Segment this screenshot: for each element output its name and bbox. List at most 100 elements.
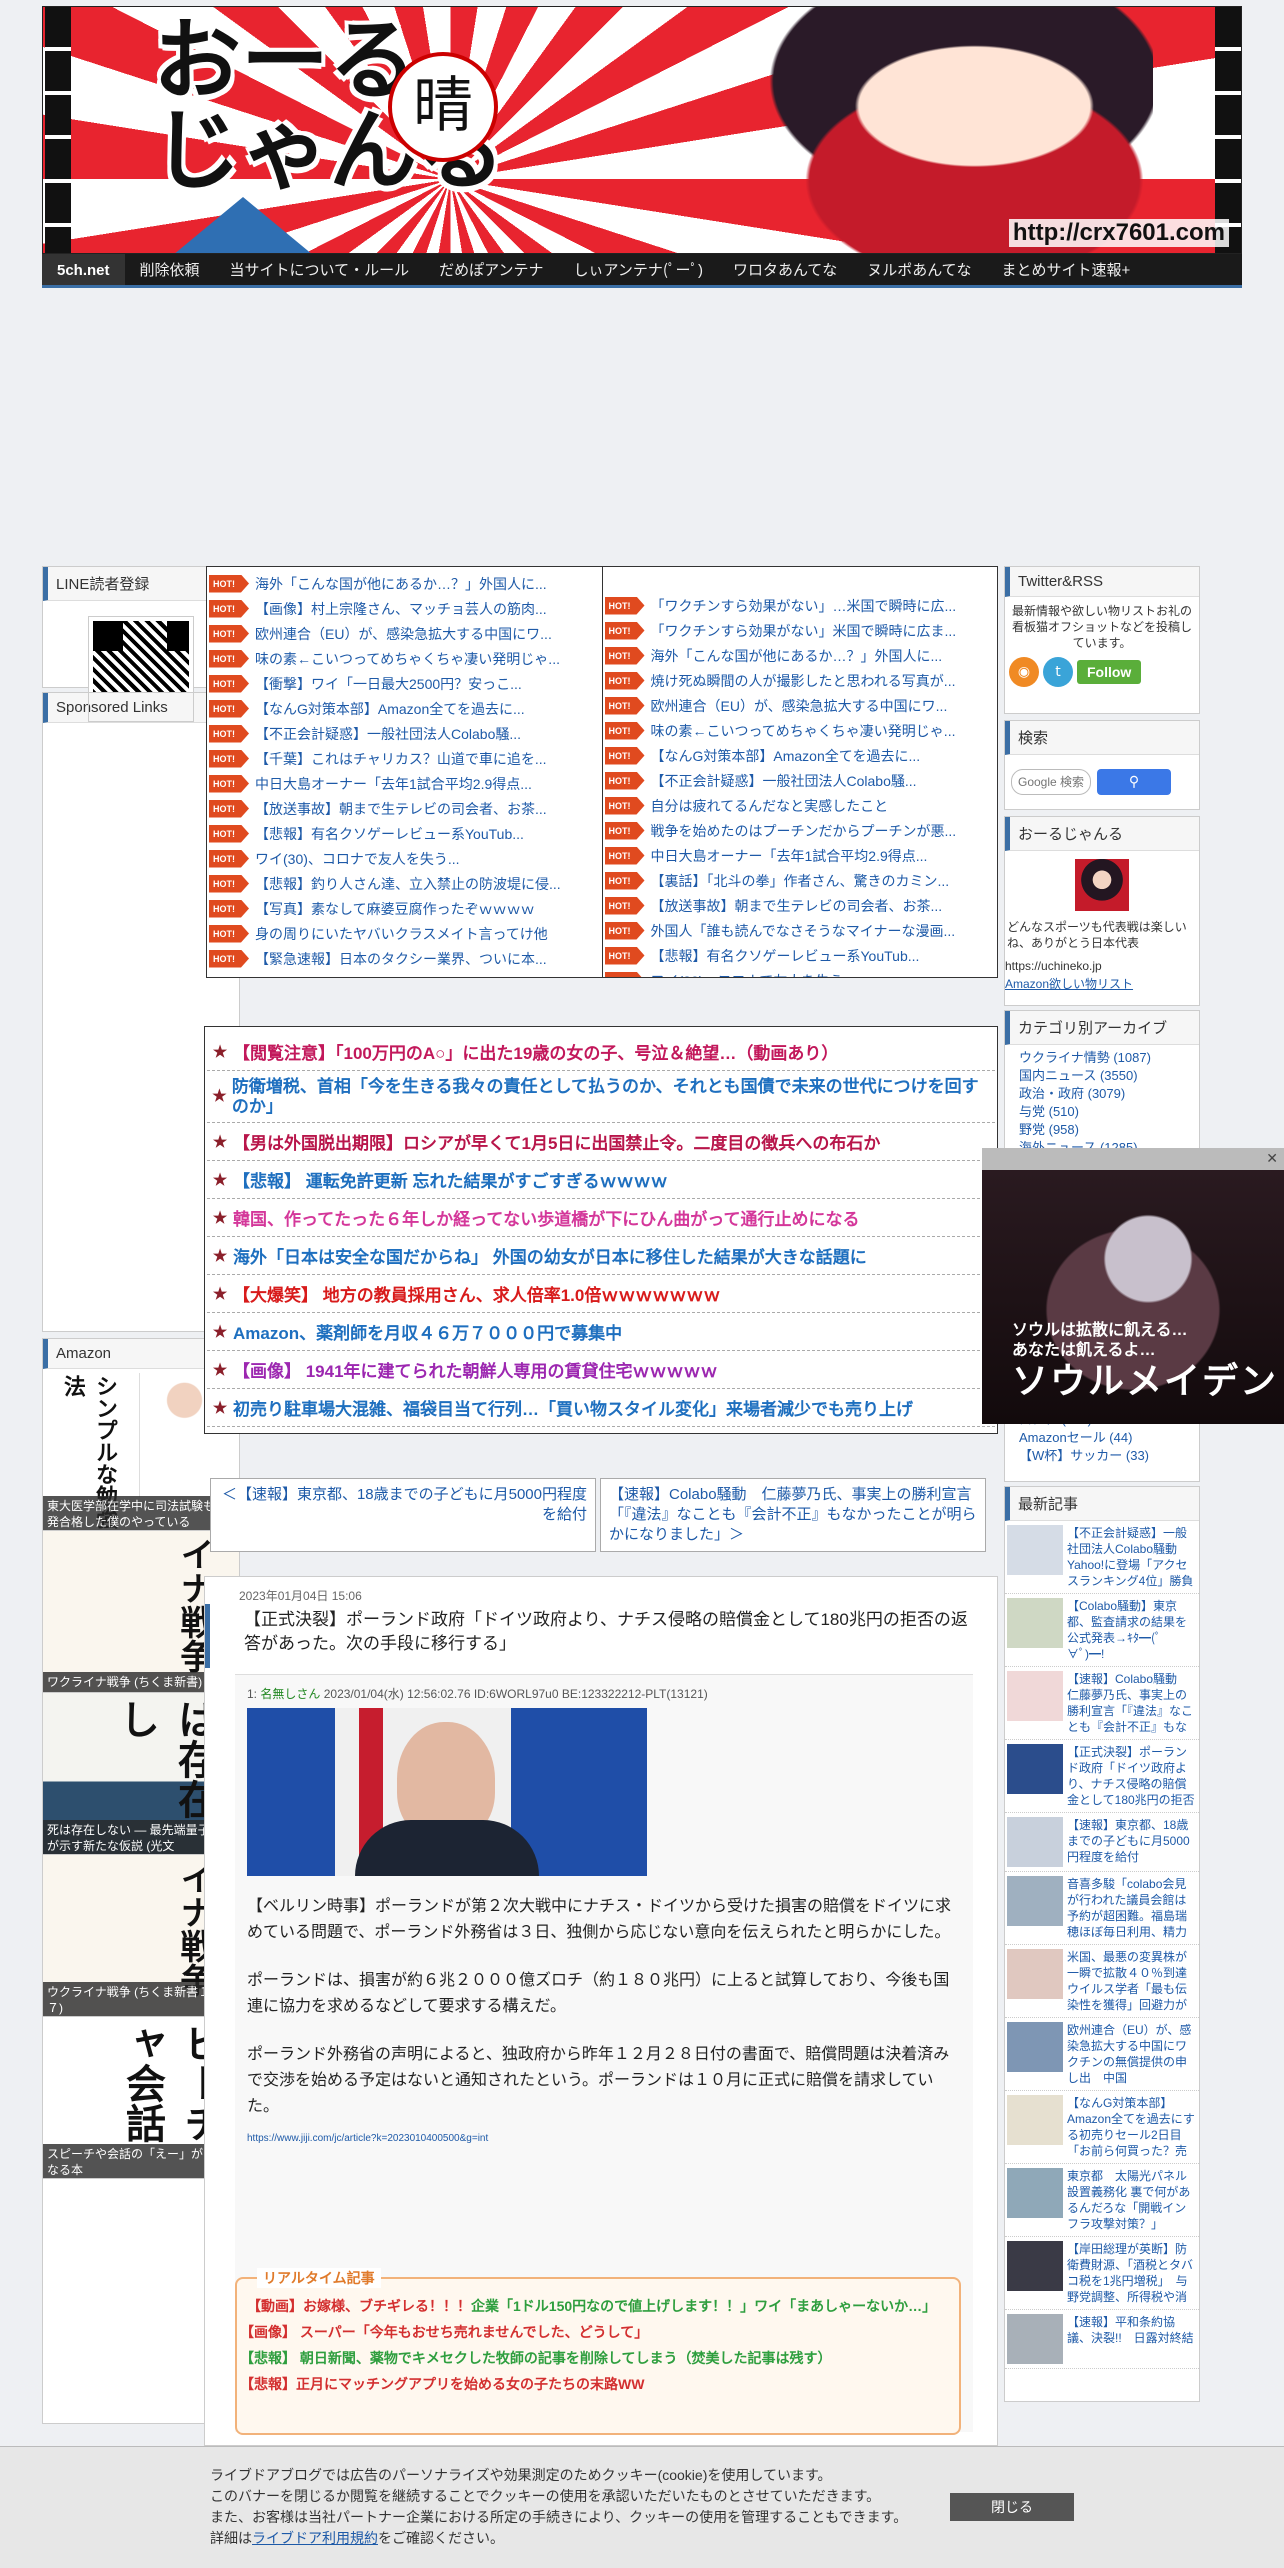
twitter-icon[interactable]: t: [1043, 657, 1073, 687]
pickup-link[interactable]: ★ 【男は外国脱出期限】ロシアが早くて1月5日に出国禁止令。二度目の徴兵への布石か: [207, 1123, 995, 1161]
search-input[interactable]: [1011, 769, 1091, 795]
antenna-link[interactable]: HOT! 欧州連合（EU）が、感染急拡大する中国にワ...: [209, 621, 600, 646]
pickup-link[interactable]: ★ 防衛増税、首相「今を生きる我々の責任として払うのか、それとも国債で未来の世代に…: [207, 1071, 995, 1123]
nav-nurupo-antenna[interactable]: ヌルポあんてな: [852, 259, 986, 280]
nav-delete-request[interactable]: 削除依頼: [125, 259, 215, 280]
pickup-link[interactable]: ★ 韓国、作ってたった６年しか経ってない歩道橋が下にひん曲がって通行止めになる: [207, 1199, 995, 1237]
about-avatar: [1075, 859, 1129, 911]
recent-article-link[interactable]: 【Colabo騒動】東京都、監査請求の結果を公式発表→ｷﾀ━(ﾟ∀ﾟ)━!: [1005, 1594, 1199, 1667]
pickup-link[interactable]: ★ 初売り駐車場大混雑、福袋目当て行列…「買い物スタイル変化」来場者減少でも売り上…: [207, 1389, 995, 1427]
pickup-link[interactable]: ★ 【閲覧注意】「100万円のA○」に出た19歳の女の子、号泣＆絶望…（動画あり）: [207, 1033, 995, 1071]
cookie-close-button[interactable]: 閉じる: [950, 2493, 1074, 2521]
antenna-link[interactable]: HOT! 【千葉】これはチャリカス？山道で車に追を...: [209, 746, 600, 771]
archive-link[interactable]: Amazonセール (44): [1005, 1429, 1199, 1447]
antenna-link[interactable]: HOT! 【緊急速報】日本のタクシー業界、ついに本...: [209, 946, 600, 971]
antenna-link[interactable]: HOT! ワイ(30)、コロナで友人を失う...: [209, 846, 600, 871]
antenna-link[interactable]: HOT! 【写真】素なして麻婆豆腐作ったぞｗｗｗｗ: [209, 896, 600, 921]
archive-link[interactable]: 与党 (510): [1005, 1103, 1199, 1121]
antenna-link[interactable]: HOT! 【衝撃】ワイ「一日最大2500円？安っこ...: [209, 671, 600, 696]
pickup-link[interactable]: ★ 【大爆笑】 地方の教員採用さん、求人倍率1.0倍ｗｗｗｗｗｗｗ: [207, 1275, 995, 1313]
antenna-link[interactable]: HOT! 「ワクチンすら効果がない」…米国で瞬時に広...: [604, 593, 996, 618]
recent-article-link[interactable]: 音喜多駿「colabo会見が行われた議員会館は予約が超困難。福島瑞穂ほぼ毎日利用…: [1005, 1872, 1199, 1945]
post-meta: 1: 名無しさん 2023/01/04(水) 12:56:02.76 ID:6W…: [247, 1685, 961, 1702]
terms-link[interactable]: ライブドア利用規約: [252, 2530, 378, 2546]
recent-thumbnail: [1007, 2095, 1063, 2145]
antenna-link[interactable]: HOT! 身の周りにいたヤバいクラスメイト言ってけ他: [209, 921, 600, 946]
search-button[interactable]: ⚲: [1097, 769, 1171, 795]
realtime-article-link[interactable]: 企業「1ドル150円なので値上げします！！」ワイ「まあしゃーないか…」: [471, 2298, 936, 2314]
realtime-article-link[interactable]: 【動画】お嫁様、ブチギレる！！！: [247, 2298, 471, 2314]
source-link[interactable]: https://www.jiji.com/jc/article?k=202301…: [247, 2133, 488, 2144]
recent-article-link[interactable]: 【正式決裂】ポーランド政府「ドイツ政府より、ナチス侵略の賠償金として180兆円の…: [1005, 1740, 1199, 1813]
site-banner[interactable]: おーる じゃんる 晴 http://crx7601.com: [42, 6, 1242, 254]
nav-matome-sokuho[interactable]: まとめサイト速報+: [987, 259, 1146, 280]
nav-warota-antenna[interactable]: ワロタあんてな: [718, 259, 852, 280]
recent-article-link[interactable]: 【不正会計疑惑】一般社団法人Colabo騒動 Yahoo!に登場「アクセスランキ…: [1005, 1521, 1199, 1594]
hot-badge-icon: HOT!: [209, 824, 249, 843]
nav-5ch[interactable]: 5ch.net: [42, 254, 125, 285]
antenna-link[interactable]: HOT! 【裏話】「北斗の拳」作者さん、驚きのカミン...: [604, 868, 996, 893]
archive-link[interactable]: 政治・政府 (3079): [1005, 1085, 1199, 1103]
recent-article-title: 米国、最悪の変異株が一瞬で拡散４０％到達 ウイルス学者「最も伝染性を獲得」回避力…: [1067, 1950, 1197, 2012]
follow-button[interactable]: Follow: [1077, 660, 1142, 684]
recent-article-link[interactable]: 欧州連合（EU）が、感染急拡大する中国にワクチンの無償提供の申し出 中国: [1005, 2018, 1199, 2091]
antenna-link[interactable]: HOT! 【なんG対策本部】Amazon全てを過去に...: [209, 696, 600, 721]
antenna-link[interactable]: HOT! 中日大島オーナー「去年1試合平均2.9得点...: [604, 843, 996, 868]
archive-link[interactable]: 国内ニュース (3550): [1005, 1067, 1199, 1085]
nav-shii-antenna[interactable]: しぃアンテナ(ﾟーﾟ): [559, 259, 718, 280]
pickup-link[interactable]: ★ 【悲報】 運転免許更新 忘れた結果がすごすぎるｗｗｗｗ: [207, 1161, 995, 1199]
nav-damepo-antenna[interactable]: だめぽアンテナ: [424, 259, 558, 280]
antenna-link[interactable]: HOT! 中日大島オーナー「去年1試合平均2.9得点...: [209, 771, 600, 796]
antenna-link[interactable]: HOT! 【放送事故】朝まで生テレビの司会者、お茶...: [209, 796, 600, 821]
recent-thumbnail: [1007, 1744, 1063, 1794]
recent-article-link[interactable]: 米国、最悪の変異株が一瞬で拡散４０％到達 ウイルス学者「最も伝染性を獲得」回避力…: [1005, 1945, 1199, 2018]
antenna-link[interactable]: HOT! 【不正会計疑惑】一般社団法人Colabo騒...: [209, 721, 600, 746]
archive-link[interactable]: 【W杯】サッカー (33): [1005, 1447, 1199, 1465]
recent-article-link[interactable]: 【岸田総理が英断】防衛費財源、「酒税とタバコ税を1兆円増税」 与野党調整、所得税…: [1005, 2237, 1199, 2310]
floating-ad[interactable]: ✕ ソウルは拡散に飢える… あなたは飢えるよ… ソウルメイデン: [982, 1148, 1284, 1424]
archive-link[interactable]: 野党 (958): [1005, 1121, 1199, 1139]
antenna-link[interactable]: HOT! 【悲報】有名クソゲーレビュー系YouTub...: [604, 943, 996, 968]
antenna-link-text: 【写真】素なして麻婆豆腐作ったぞｗｗｗｗ: [255, 900, 535, 917]
prev-article-link[interactable]: ＜【速報】東京都、18歳までの子どもに月5000円程度を給付: [210, 1478, 596, 1552]
wishlist-link[interactable]: Amazon欲しい物リスト: [1005, 977, 1133, 991]
hot-badge-icon: HOT!: [604, 871, 645, 890]
antenna-link[interactable]: HOT! 外国人「誰も読んでなさそうなマイナーな漫画...: [604, 918, 996, 943]
recent-article-link[interactable]: 【速報】Colabo騒動 仁藤夢乃氏、事実上の勝利宣言「『違法』なことも『会計不…: [1005, 1667, 1199, 1740]
antenna-link[interactable]: HOT! ワイ(30)、コロナで友人を失う...: [604, 968, 996, 977]
antenna-link[interactable]: HOT! 自分は疲れてるんだなと実感したこと: [604, 793, 996, 818]
antenna-link[interactable]: HOT! 【なんG対策本部】Amazon全てを過去に...: [604, 743, 996, 768]
hot-badge-icon: HOT!: [604, 646, 645, 665]
antenna-link[interactable]: HOT! 【悲報】釣り人さん達、立入禁止の防波堤に侵...: [209, 871, 600, 896]
recent-article-link[interactable]: 東京都 太陽光パネル設置義務化 裏で何があるんだろな「開戦インフラ攻撃対策？」: [1005, 2164, 1199, 2237]
pickup-link[interactable]: ★ 海外「日本は安全な国だからね」 外国の幼女が日本に移住した結果が大きな話題に: [207, 1237, 995, 1275]
antenna-link[interactable]: HOT! 海外「こんな国が他にあるか…？」外国人に...: [604, 643, 996, 668]
antenna-link[interactable]: HOT! 戦争を始めたのはプーチンだからプーチンが悪...: [604, 818, 996, 843]
pickup-link-text: 防衛増税、首相「今を生きる我々の責任として払うのか、それとも国債で未来の世代につ…: [231, 1076, 979, 1116]
recent-article-link[interactable]: 【なんG対策本部】Amazon全てを過去にする初売りセール2日目「お前ら何買った…: [1005, 2091, 1199, 2164]
archive-link[interactable]: ウクライナ情勢 (1087): [1005, 1049, 1199, 1067]
ad-title: ソウルメイデン: [1012, 1361, 1279, 1401]
antenna-link[interactable]: HOT! 「ワクチンすら効果がない」米国で瞬時に広ま...: [604, 618, 996, 643]
antenna-link[interactable]: HOT! 【放送事故】朝まで生テレビの司会者、お茶...: [604, 893, 996, 918]
pickup-link[interactable]: ★ 【画像】 1941年に建てられた朝鮮人専用の賃貸住宅ｗｗｗｗｗ: [207, 1351, 995, 1389]
realtime-article-link[interactable]: 【悲報】 朝日新聞、薬物でキメセクした牧師の記事を削除してしまう（焚美した記事は…: [247, 2350, 831, 2366]
antenna-link[interactable]: HOT! 味の素←こいつってめちゃくちゃ凄い発明じゃ...: [604, 718, 996, 743]
antenna-link[interactable]: HOT! 【画像】村上宗隆さん、マッチョ芸人の筋肉...: [209, 596, 600, 621]
antenna-link[interactable]: HOT! 海外「こんな国が他にあるか…？」外国人に...: [209, 571, 600, 596]
recent-article-link[interactable]: 【速報】東京都、18歳までの子どもに月5000円程度を給付: [1005, 1813, 1199, 1872]
antenna-link[interactable]: HOT! 【悲報】有名クソゲーレビュー系YouTub...: [209, 821, 600, 846]
recent-article-link[interactable]: 【速報】平和条約協議、決裂!! 日露対終結: [1005, 2310, 1199, 2369]
ad-close-icon[interactable]: ✕: [1266, 1151, 1278, 1167]
next-article-link[interactable]: 【速報】Colabo騒動 仁藤夢乃氏、事実上の勝利宣言「『違法』なことも『会計不…: [600, 1478, 986, 1552]
realtime-article-link[interactable]: 【画像】 スーパー「今年もおせち売れませんでした、どうして」: [247, 2324, 648, 2340]
pickup-link[interactable]: ★ Amazon、薬剤師を月収４６万７０００円で募集中: [207, 1313, 995, 1351]
realtime-article-link[interactable]: 【悲報】正月にマッチングアプリを始める女の子たちの末路WW: [247, 2376, 644, 2392]
rss-icon[interactable]: ◉: [1009, 657, 1039, 687]
antenna-link[interactable]: HOT! 味の素←こいつってめちゃくちゃ凄い発明じゃ...: [209, 646, 600, 671]
antenna-link[interactable]: HOT! 焼け死ぬ瞬間の人が撮影したと思われる写真が...: [604, 668, 996, 693]
antenna-link[interactable]: HOT! 【不正会計疑惑】一般社団法人Colabo騒...: [604, 768, 996, 793]
antenna-link[interactable]: HOT! 欧州連合（EU）が、感染急拡大する中国にワ...: [604, 693, 996, 718]
article-title[interactable]: 【正式決裂】ポーランド政府「ドイツ政府より、ナチス侵略の賠償金として180兆円の…: [205, 1604, 997, 1668]
nav-about-rules[interactable]: 当サイトについて・ルール: [215, 259, 425, 280]
